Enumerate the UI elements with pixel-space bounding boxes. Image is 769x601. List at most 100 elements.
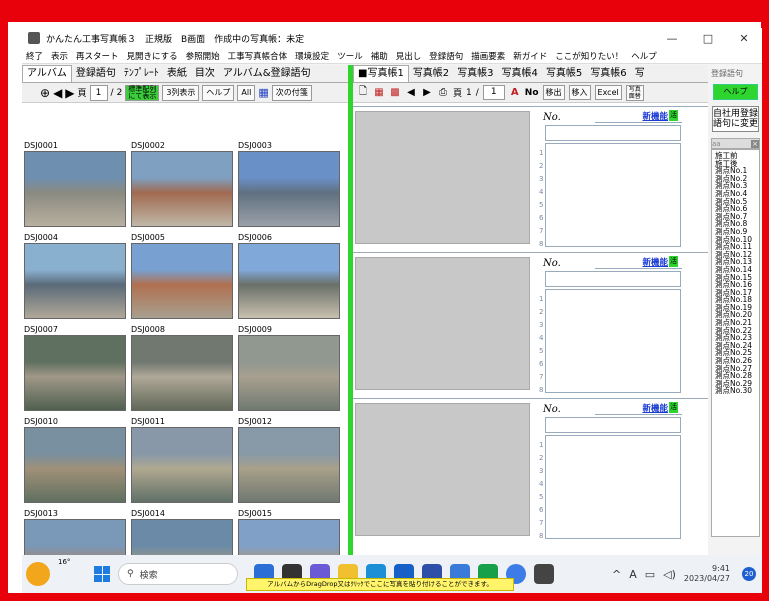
page-number-input[interactable]: 1: [89, 84, 108, 101]
prev-icon[interactable]: ◀: [405, 87, 417, 99]
slot-notes-field[interactable]: [545, 435, 681, 539]
tab-book-1[interactable]: ■写真帳1: [353, 65, 409, 82]
new-document-icon[interactable]: 🗋: [357, 86, 369, 99]
photo-thumbnail[interactable]: [24, 335, 126, 411]
tab-words[interactable]: 登録語句: [72, 66, 120, 82]
photo-thumbnail[interactable]: [131, 151, 233, 227]
volume-icon[interactable]: ◁): [663, 568, 676, 581]
photo-thumbnail[interactable]: [131, 427, 233, 503]
album-photo-item[interactable]: DSJ0012: [236, 417, 340, 509]
book-page-total[interactable]: 1: [482, 85, 505, 100]
print-icon[interactable]: ⎙: [437, 87, 449, 99]
tab-album-words[interactable]: アルバム&登録語句: [219, 66, 315, 82]
album-photo-item[interactable]: DSJ0010: [22, 417, 126, 509]
ime-indicator[interactable]: A: [629, 568, 637, 581]
chevron-up-icon[interactable]: ^: [612, 568, 621, 581]
menu-item-guide[interactable]: 新ガイド: [509, 50, 551, 62]
tab-book-3[interactable]: 写真帳3: [453, 66, 497, 82]
text-a-icon[interactable]: A: [509, 87, 521, 99]
next-icon[interactable]: ▶: [421, 87, 433, 99]
new-feature-link[interactable]: 新機能: [642, 402, 668, 414]
new-feature-link[interactable]: 新機能: [642, 110, 668, 122]
photobook-slot[interactable]: No. 新機能活 1 2 3 4 5 6 7 8: [353, 398, 708, 544]
menu-item-tools[interactable]: ツール: [333, 50, 367, 62]
album-photo-item[interactable]: DSJ0004: [22, 233, 126, 325]
photo-face-button[interactable]: 写真面替: [625, 84, 644, 101]
tab-book-4[interactable]: 写真帳4: [498, 66, 542, 82]
album-photo-item[interactable]: DSJ0001: [22, 141, 126, 233]
slot-title-field[interactable]: [545, 417, 681, 433]
move-in-button[interactable]: 移入: [568, 85, 591, 100]
standard-layout-button[interactable]: 標準配列 にて表示: [125, 84, 160, 101]
tab-template[interactable]: ﾃﾝﾌﾟﾚｰﾄ: [120, 66, 163, 82]
move-out-button[interactable]: 移出: [542, 85, 565, 100]
words-help-button[interactable]: ヘルプ: [713, 84, 758, 100]
register-words-button[interactable]: 自社用登録 語句に変更: [712, 106, 759, 132]
menu-item-help[interactable]: ヘルプ: [627, 50, 661, 62]
menu-item-words[interactable]: 登録語句: [425, 50, 467, 62]
network-icon[interactable]: ▭: [645, 568, 655, 581]
photo-thumbnail[interactable]: [24, 151, 126, 227]
tab-book-6[interactable]: 写真帳6: [586, 66, 630, 82]
menu-item-draw[interactable]: 描画要素: [467, 50, 509, 62]
photo-thumbnail[interactable]: [131, 335, 233, 411]
tab-book-more[interactable]: 写: [631, 66, 649, 82]
photo-thumbnail[interactable]: [238, 335, 340, 411]
jump-icon[interactable]: ⊕: [40, 86, 50, 100]
weather-icon[interactable]: [26, 562, 50, 586]
slot-title-field[interactable]: [545, 271, 681, 287]
photo-thumbnail[interactable]: [24, 427, 126, 503]
minimize-button[interactable]: —: [654, 32, 690, 45]
album-photo-item[interactable]: DSJ0007: [22, 325, 126, 417]
save-icon[interactable]: ▩: [389, 87, 401, 99]
close-button[interactable]: ✕: [726, 32, 762, 45]
close-icon[interactable]: ×: [751, 139, 759, 148]
columns-select[interactable]: 3列表示: [162, 84, 200, 101]
clock[interactable]: 9:41 2023/04/27: [684, 564, 730, 584]
next-page-icon[interactable]: ▶: [65, 86, 74, 100]
slot-tag[interactable]: 活: [669, 402, 678, 413]
photobook-slot[interactable]: No. 新機能活 1 2 3 4 5 6 7 8: [353, 106, 708, 252]
album-photo-item[interactable]: DSJ0003: [236, 141, 340, 233]
photo-drop-area[interactable]: [355, 111, 530, 244]
notification-badge[interactable]: 20: [742, 567, 756, 581]
photo-thumbnail[interactable]: [238, 151, 340, 227]
album-photo-item[interactable]: DSJ0009: [236, 325, 340, 417]
all-button[interactable]: All: [237, 84, 256, 101]
open-icon[interactable]: ▦: [373, 87, 385, 99]
tab-book-5[interactable]: 写真帳5: [542, 66, 586, 82]
menu-item-view[interactable]: 表示: [47, 50, 72, 62]
photo-thumbnail[interactable]: [238, 427, 340, 503]
taskbar-search[interactable]: ⚲ 検索: [118, 563, 238, 585]
menu-item-assist[interactable]: 補助: [367, 50, 392, 62]
next-tag-button[interactable]: 次の付箋: [271, 84, 312, 101]
no-button[interactable]: No: [525, 88, 539, 98]
maximize-button[interactable]: □: [690, 32, 726, 45]
new-feature-link[interactable]: 新機能: [642, 256, 668, 268]
tab-album[interactable]: アルバム: [22, 65, 72, 82]
menu-item-exit[interactable]: 終了: [22, 50, 47, 62]
menu-item-restart[interactable]: 再スタート: [72, 50, 123, 62]
windows-start-icon[interactable]: [94, 566, 110, 582]
album-photo-item[interactable]: DSJ0005: [129, 233, 233, 325]
album-photo-item[interactable]: DSJ0002: [129, 141, 233, 233]
menu-item-heading[interactable]: 見出し: [392, 50, 426, 62]
album-photo-item[interactable]: DSJ0006: [236, 233, 340, 325]
album-help-button[interactable]: ヘルプ: [202, 84, 235, 101]
photo-thumbnail[interactable]: [238, 243, 340, 319]
grid-icon[interactable]: ▦: [258, 86, 268, 99]
word-list-item[interactable]: 測点No.30: [715, 387, 756, 395]
photobook-slot[interactable]: No. 新機能活 1 2 3 4 5 6 7 8: [353, 252, 708, 398]
prev-page-icon[interactable]: ◀: [53, 86, 62, 100]
slot-title-field[interactable]: [545, 125, 681, 141]
tab-cover[interactable]: 表紙: [163, 66, 191, 82]
tab-book-2[interactable]: 写真帳2: [409, 66, 453, 82]
photo-drop-area[interactable]: [355, 257, 530, 390]
slot-notes-field[interactable]: [545, 143, 681, 247]
slot-tag[interactable]: 活: [669, 110, 678, 121]
menu-item-settings[interactable]: 環境設定: [291, 50, 333, 62]
album-photo-item[interactable]: DSJ0008: [129, 325, 233, 417]
slot-notes-field[interactable]: [545, 289, 681, 393]
slot-tag[interactable]: 活: [669, 256, 678, 267]
photo-thumbnail[interactable]: [131, 243, 233, 319]
